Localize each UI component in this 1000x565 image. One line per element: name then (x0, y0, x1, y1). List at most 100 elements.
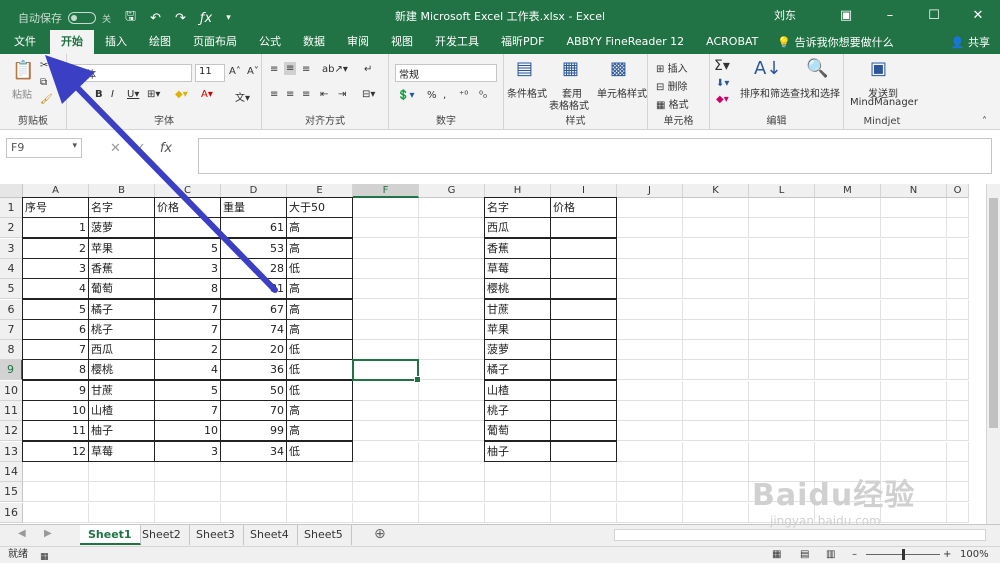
sort-filter-label[interactable]: 排序和筛选 (740, 85, 790, 100)
grid-cell[interactable] (815, 380, 881, 401)
find-select-icon[interactable]: 🔍 (806, 58, 828, 79)
grid-cell[interactable] (683, 360, 749, 381)
column-header-F[interactable]: F (353, 184, 419, 198)
merge-center-icon[interactable]: ⊟▾ (362, 89, 375, 100)
grid-cell[interactable] (419, 218, 485, 239)
grid-cell[interactable] (683, 441, 749, 462)
close-button[interactable]: ✕ (956, 8, 1000, 23)
grid-cell[interactable] (947, 340, 969, 361)
tab-6[interactable]: 数据 (292, 30, 336, 54)
tab-4[interactable]: 页面布局 (182, 30, 248, 54)
grid-cell[interactable] (947, 360, 969, 381)
minimize-button[interactable]: – (868, 8, 912, 23)
grid-cell[interactable] (353, 502, 419, 523)
grow-font-icon[interactable]: A˄ (229, 66, 241, 77)
grid-cell[interactable] (881, 360, 947, 381)
grid-cell[interactable] (815, 218, 881, 239)
grid-cell[interactable] (947, 319, 969, 340)
zoom-slider-thumb[interactable] (902, 549, 905, 560)
table1-cell[interactable]: 柚子 (88, 420, 155, 442)
grid-cell[interactable] (815, 279, 881, 300)
format-table-label-2[interactable]: 表格格式 (549, 97, 589, 112)
align-right-icon[interactable]: ≡ (302, 89, 310, 100)
table2-cell[interactable]: 山楂 (484, 379, 551, 401)
sort-filter-icon[interactable]: A↓ (754, 58, 781, 79)
column-header-E[interactable]: E (287, 184, 353, 198)
grid-cell[interactable] (353, 258, 419, 279)
table1-cell[interactable]: 橘子 (88, 298, 155, 320)
grid-cell[interactable] (683, 340, 749, 361)
tab-0[interactable]: 文件 (0, 30, 50, 54)
grid-cell[interactable] (23, 502, 89, 523)
grid-cell[interactable] (947, 441, 969, 462)
table1-cell[interactable]: 28 (220, 257, 287, 279)
table1-cell[interactable]: 1 (22, 217, 89, 239)
fill-icon[interactable]: ⬇▾ (716, 78, 729, 89)
align-middle-icon[interactable]: ≡ (284, 62, 297, 75)
grid-cell[interactable] (617, 299, 683, 320)
table2-cell[interactable]: 樱桃 (484, 278, 551, 300)
zoom-out-icon[interactable]: – (852, 547, 857, 563)
grid-cell[interactable] (749, 258, 815, 279)
grid-cell[interactable] (683, 198, 749, 218)
grid-cell[interactable] (683, 238, 749, 259)
grid-cell[interactable] (683, 461, 749, 482)
grid-cell[interactable] (419, 380, 485, 401)
table1-cell[interactable]: 20 (220, 339, 287, 361)
table1-cell[interactable]: 7 (22, 339, 89, 361)
table1-cell[interactable]: 36 (220, 359, 287, 381)
grid-cell[interactable] (881, 319, 947, 340)
table1-header-cell[interactable]: 价格 (154, 197, 221, 218)
grid-cell[interactable] (419, 238, 485, 259)
tab-2[interactable]: 插入 (94, 30, 138, 54)
increase-indent-icon[interactable]: ⇥ (338, 89, 346, 100)
table2-cell[interactable]: 桃子 (484, 400, 551, 421)
grid-cell[interactable] (353, 238, 419, 259)
send-label-2[interactable]: MindManager (850, 97, 918, 108)
row-header-14[interactable]: 14 (0, 461, 23, 482)
table1-cell[interactable]: 8 (154, 278, 221, 300)
grid-cell[interactable] (89, 482, 155, 503)
table1-cell[interactable]: 7 (154, 318, 221, 340)
number-format-select[interactable]: 常规 (395, 64, 497, 82)
grid-cell[interactable] (881, 258, 947, 279)
grid-cell[interactable] (287, 482, 353, 503)
table1-cell[interactable]: 低 (286, 339, 353, 361)
table1-cell[interactable]: 低 (286, 257, 353, 279)
table1-cell[interactable] (154, 217, 221, 239)
row-header-16[interactable]: 16 (0, 502, 23, 523)
table1-cell[interactable]: 8 (22, 359, 89, 381)
grid-cell[interactable] (221, 461, 287, 482)
grid-cell[interactable] (947, 258, 969, 279)
table1-cell[interactable]: 西瓜 (88, 339, 155, 361)
table2-header-cell[interactable]: 价格 (550, 197, 617, 218)
format-table-icon[interactable]: ▦ (562, 58, 579, 79)
collapse-ribbon-icon[interactable]: ˄ (982, 116, 987, 127)
grid-cell[interactable] (353, 380, 419, 401)
grid-cell[interactable] (419, 299, 485, 320)
column-header-H[interactable]: H (485, 184, 551, 198)
grid-cell[interactable] (419, 401, 485, 421)
table2-cell[interactable] (550, 298, 617, 320)
grid-cell[interactable] (485, 461, 551, 482)
table1-header-cell[interactable]: 名字 (88, 197, 155, 218)
grid-cell[interactable] (353, 482, 419, 503)
grid-cell[interactable] (947, 482, 969, 503)
table1-cell[interactable]: 2 (22, 237, 89, 259)
grid-cell[interactable] (617, 441, 683, 462)
row-header-2[interactable]: 2 (0, 218, 23, 239)
grid-cell[interactable] (749, 238, 815, 259)
find-select-label[interactable]: 查找和选择 (790, 85, 840, 100)
grid-cell[interactable] (947, 502, 969, 523)
grid-cell[interactable] (947, 238, 969, 259)
grid-cell[interactable] (89, 461, 155, 482)
horizontal-scrollbar[interactable] (614, 529, 986, 541)
grid-cell[interactable] (881, 340, 947, 361)
share-button[interactable]: 👤 共享 (951, 34, 990, 50)
table2-cell[interactable] (550, 217, 617, 239)
grid-cell[interactable] (617, 482, 683, 503)
page-layout-icon[interactable]: ▤ (800, 547, 809, 563)
table1-cell[interactable]: 4 (154, 359, 221, 381)
zoom-level[interactable]: 100% (960, 547, 989, 563)
column-header-M[interactable]: M (815, 184, 881, 198)
